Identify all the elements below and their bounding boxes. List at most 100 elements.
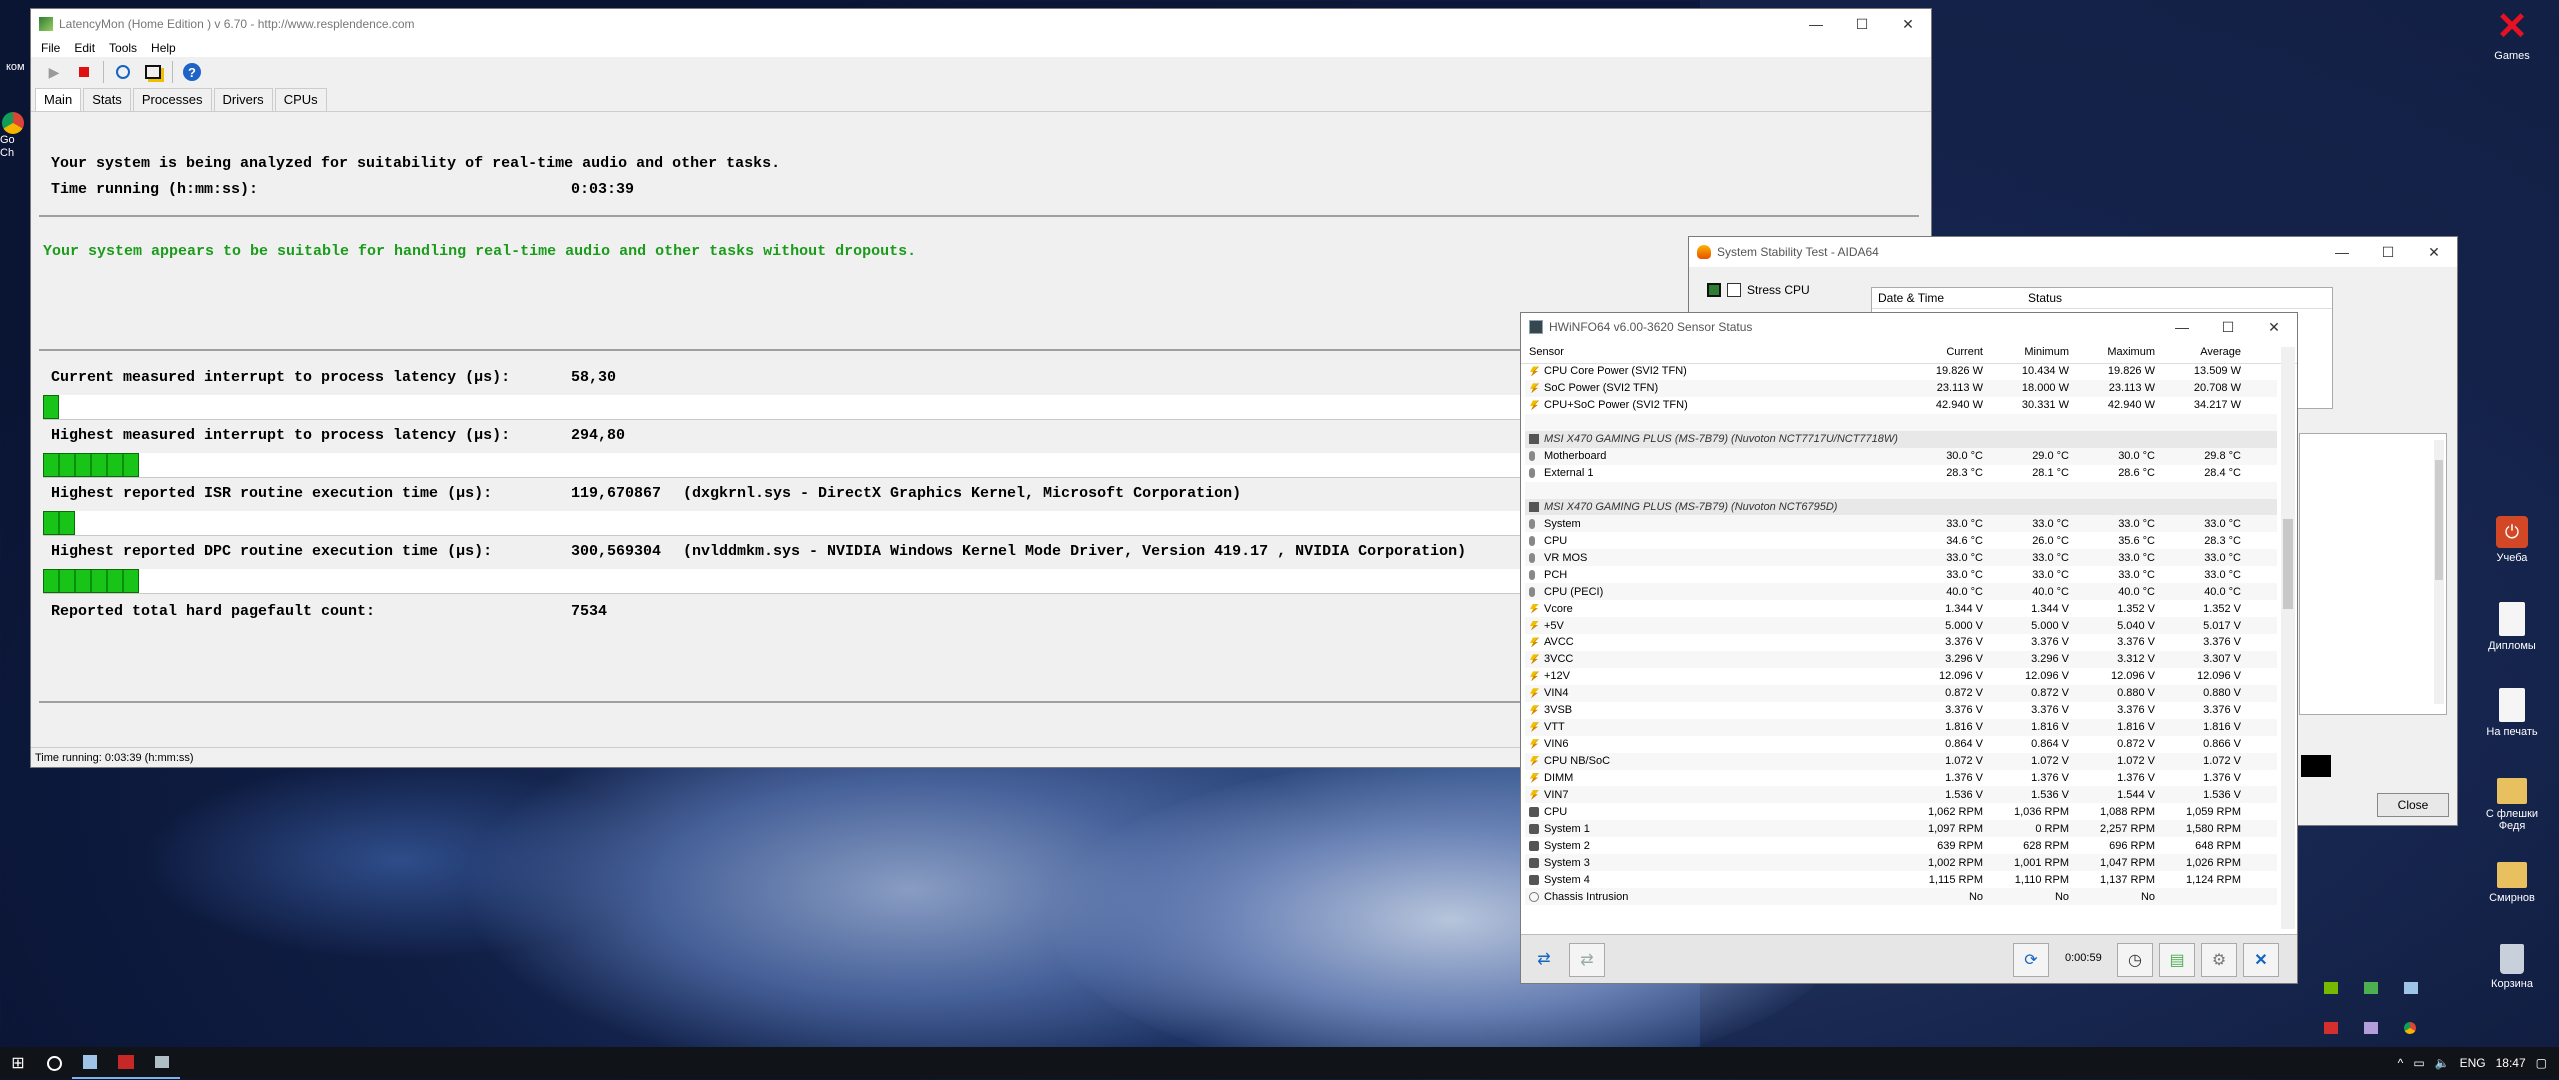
- tab-drivers[interactable]: Drivers: [213, 88, 273, 111]
- chrome-tray-icon[interactable]: [2404, 1022, 2416, 1034]
- tab-stats[interactable]: Stats: [83, 88, 131, 111]
- menu-tools[interactable]: Tools: [109, 41, 137, 55]
- gpu-icon[interactable]: [2364, 982, 2378, 994]
- sensor-row[interactable]: VTT 1.816 V 1.816 V 1.816 V 1.816 V: [1525, 718, 2277, 736]
- sensor-row[interactable]: System 3 1,002 RPM 1,001 RPM 1,047 RPM 1,026…: [1525, 854, 2277, 872]
- help-button[interactable]: ?: [181, 61, 203, 83]
- latencymon-titlebar[interactable]: LatencyMon (Home Edition ) v 6.70 - http…: [31, 9, 1931, 39]
- sensor-row[interactable]: AVCC 3.376 V 3.376 V 3.376 V 3.376 V: [1525, 634, 2277, 651]
- windows-button[interactable]: [142, 61, 164, 83]
- volume-icon[interactable]: 🔈: [2435, 1056, 2450, 1070]
- sensor-row[interactable]: System 33.0 °C 33.0 °C 33.0 °C 33.0 °C: [1525, 515, 2277, 533]
- sensor-group-row[interactable]: MSI X470 GAMING PLUS (MS-7B79) (Nuvoton …: [1525, 498, 2277, 516]
- sensor-row[interactable]: Vcore 1.344 V 1.344 V 1.352 V 1.352 V: [1525, 600, 2277, 617]
- taskbar-hwinfo[interactable]: [144, 1047, 180, 1079]
- minimize-button[interactable]: —: [2159, 313, 2205, 341]
- maximize-button[interactable]: ☐: [2205, 313, 2251, 341]
- col-sensor[interactable]: Sensor: [1525, 346, 1901, 358]
- col-date-time[interactable]: Date & Time: [1872, 291, 2024, 305]
- hwinfo-titlebar[interactable]: HWiNFO64 v6.00-3620 Sensor Status — ☐ ✕: [1521, 313, 2297, 341]
- sensor-row[interactable]: System 2 639 RPM 628 RPM 696 RPM 648 RPM: [1525, 837, 2277, 854]
- sensor-row[interactable]: VIN4 0.872 V 0.872 V 0.880 V 0.880 V: [1525, 684, 2277, 702]
- sensor-row[interactable]: [1525, 413, 2277, 431]
- desktop-icon-partial[interactable]: ком: [6, 60, 25, 74]
- sensor-row[interactable]: VIN6 0.864 V 0.864 V 0.872 V 0.866 V: [1525, 736, 2277, 753]
- close-button[interactable]: ✕: [1885, 9, 1931, 39]
- close-button[interactable]: ✕: [2251, 313, 2297, 341]
- tab-main[interactable]: Main: [35, 88, 82, 111]
- sensor-row[interactable]: System 4 1,115 RPM 1,110 RPM 1,137 RPM 1,124…: [1525, 871, 2277, 888]
- aida-tray-icon[interactable]: [2324, 1022, 2338, 1034]
- reset-button[interactable]: ⟳: [2013, 943, 2049, 977]
- maximize-button[interactable]: ☐: [2365, 237, 2411, 267]
- col-current[interactable]: Current: [1901, 346, 1987, 358]
- sensor-row[interactable]: CPU 1,062 RPM 1,036 RPM 1,088 RPM 1,059 RPM: [1525, 803, 2277, 820]
- sensor-row[interactable]: Chassis Intrusion No No No: [1525, 888, 2277, 905]
- sensor-row[interactable]: VR MOS 33.0 °C 33.0 °C 33.0 °C 33.0 °C: [1525, 549, 2277, 567]
- desktop-icon-games[interactable]: ✕ Games: [2472, 8, 2552, 62]
- analyze-button[interactable]: [112, 61, 134, 83]
- tab-processes[interactable]: Processes: [132, 88, 212, 111]
- play-button[interactable]: ▶: [43, 61, 65, 83]
- maximize-button[interactable]: ☐: [1839, 9, 1885, 39]
- col-maximum[interactable]: Maximum: [2073, 346, 2159, 358]
- nvidia-icon[interactable]: [2324, 982, 2338, 994]
- sensor-row[interactable]: CPU+SoC Power (SVI2 TFN) 42.940 W 30.331 W…: [1525, 397, 2277, 414]
- aida-close-button[interactable]: Close: [2377, 793, 2449, 817]
- col-minimum[interactable]: Minimum: [1987, 346, 2073, 358]
- search-button[interactable]: [36, 1047, 72, 1079]
- stop-button[interactable]: [73, 61, 95, 83]
- language-indicator[interactable]: ENG: [2460, 1056, 2486, 1070]
- desktop-icon-ucheba[interactable]: ⏻ Учеба: [2472, 516, 2552, 564]
- menu-file[interactable]: File: [41, 41, 60, 55]
- sensor-row[interactable]: CPU Core Power (SVI2 TFN) 19.826 W 10.434 …: [1525, 363, 2277, 380]
- menu-edit[interactable]: Edit: [74, 41, 95, 55]
- scrollbar-thumb[interactable]: [2283, 519, 2293, 609]
- sensor-row[interactable]: 3VCC 3.296 V 3.296 V 3.312 V 3.307 V: [1525, 650, 2277, 668]
- sensor-row[interactable]: CPU (PECI) 40.0 °C 40.0 °C 40.0 °C 40.0 °C: [1525, 583, 2277, 601]
- sensor-row[interactable]: +5V 5.000 V 5.000 V 5.040 V 5.017 V: [1525, 617, 2277, 634]
- clock[interactable]: 18:47: [2496, 1056, 2526, 1070]
- desktop-icon-diplomy[interactable]: Дипломы: [2472, 602, 2552, 652]
- feather-icon[interactable]: [2364, 1022, 2378, 1034]
- sensor-scrollbar[interactable]: [2281, 347, 2295, 929]
- desktop-icon-smirnov[interactable]: Смирнов: [2472, 856, 2552, 904]
- sensor-group-row[interactable]: MSI X470 GAMING PLUS (MS-7B79) (Nuvoton …: [1525, 430, 2277, 448]
- network-icon[interactable]: ▭: [2413, 1056, 2424, 1070]
- sensor-row[interactable]: External 1 28.3 °C 28.1 °C 28.6 °C 28.4 °C: [1525, 465, 2277, 482]
- sensor-row[interactable]: +12V 12.096 V 12.096 V 12.096 V 12.096 V: [1525, 668, 2277, 685]
- clock-button[interactable]: ◷: [2117, 943, 2153, 977]
- minimize-button[interactable]: —: [1793, 9, 1839, 39]
- minimize-button[interactable]: —: [2319, 237, 2365, 267]
- sensor-row[interactable]: CPU NB/SoC 1.072 V 1.072 V 1.072 V 1.072 V: [1525, 752, 2277, 770]
- menu-help[interactable]: Help: [151, 41, 176, 55]
- desktop-icon-s-fleshki[interactable]: С флешки Федя: [2472, 772, 2552, 832]
- aida64-titlebar[interactable]: System Stability Test - AIDA64 — ☐ ✕: [1689, 237, 2457, 267]
- stress-cpu-checkbox[interactable]: [1727, 283, 1741, 297]
- sensor-row[interactable]: [1525, 481, 2277, 499]
- taskbar-latencymon[interactable]: [72, 1047, 108, 1079]
- sensor-row[interactable]: SoC Power (SVI2 TFN) 23.113 W 18.000 W 23.1…: [1525, 379, 2277, 397]
- log-button[interactable]: ▤: [2159, 943, 2195, 977]
- nav-back-button[interactable]: ⇄: [1527, 943, 1561, 975]
- sensor-row[interactable]: PCH 33.0 °C 33.0 °C 33.0 °C 33.0 °C: [1525, 566, 2277, 583]
- sensor-row[interactable]: CPU 34.6 °C 26.0 °C 35.6 °C 28.3 °C: [1525, 532, 2277, 549]
- desktop-icon-na-pechat[interactable]: На печать: [2472, 688, 2552, 738]
- sensor-row[interactable]: DIMM 1.376 V 1.376 V 1.376 V 1.376 V: [1525, 770, 2277, 787]
- monitor-icon[interactable]: [2404, 982, 2418, 994]
- taskbar-aida64[interactable]: [108, 1047, 144, 1079]
- exit-button[interactable]: ✕: [2243, 943, 2279, 977]
- notification-icon[interactable]: ▢: [2536, 1056, 2547, 1070]
- desktop-icon-partial-2[interactable]: Go Ch: [0, 112, 28, 159]
- settings-button[interactable]: ⚙: [2201, 943, 2237, 977]
- start-button[interactable]: ⊞: [0, 1047, 36, 1079]
- col-average[interactable]: Average: [2159, 346, 2245, 358]
- chevron-up-icon[interactable]: ^: [2398, 1056, 2404, 1070]
- sensor-row[interactable]: 3VSB 3.376 V 3.376 V 3.376 V 3.376 V: [1525, 702, 2277, 719]
- close-button[interactable]: ✕: [2411, 237, 2457, 267]
- sensor-row[interactable]: System 1 1,097 RPM 0 RPM 2,257 RPM 1,580 RPM: [1525, 820, 2277, 838]
- sensor-row[interactable]: VIN7 1.536 V 1.536 V 1.544 V 1.536 V: [1525, 786, 2277, 804]
- graph-scrollbar[interactable]: [2434, 440, 2444, 704]
- desktop-icon-recycle-bin[interactable]: Корзина: [2472, 940, 2552, 990]
- tab-cpus[interactable]: CPUs: [274, 88, 327, 111]
